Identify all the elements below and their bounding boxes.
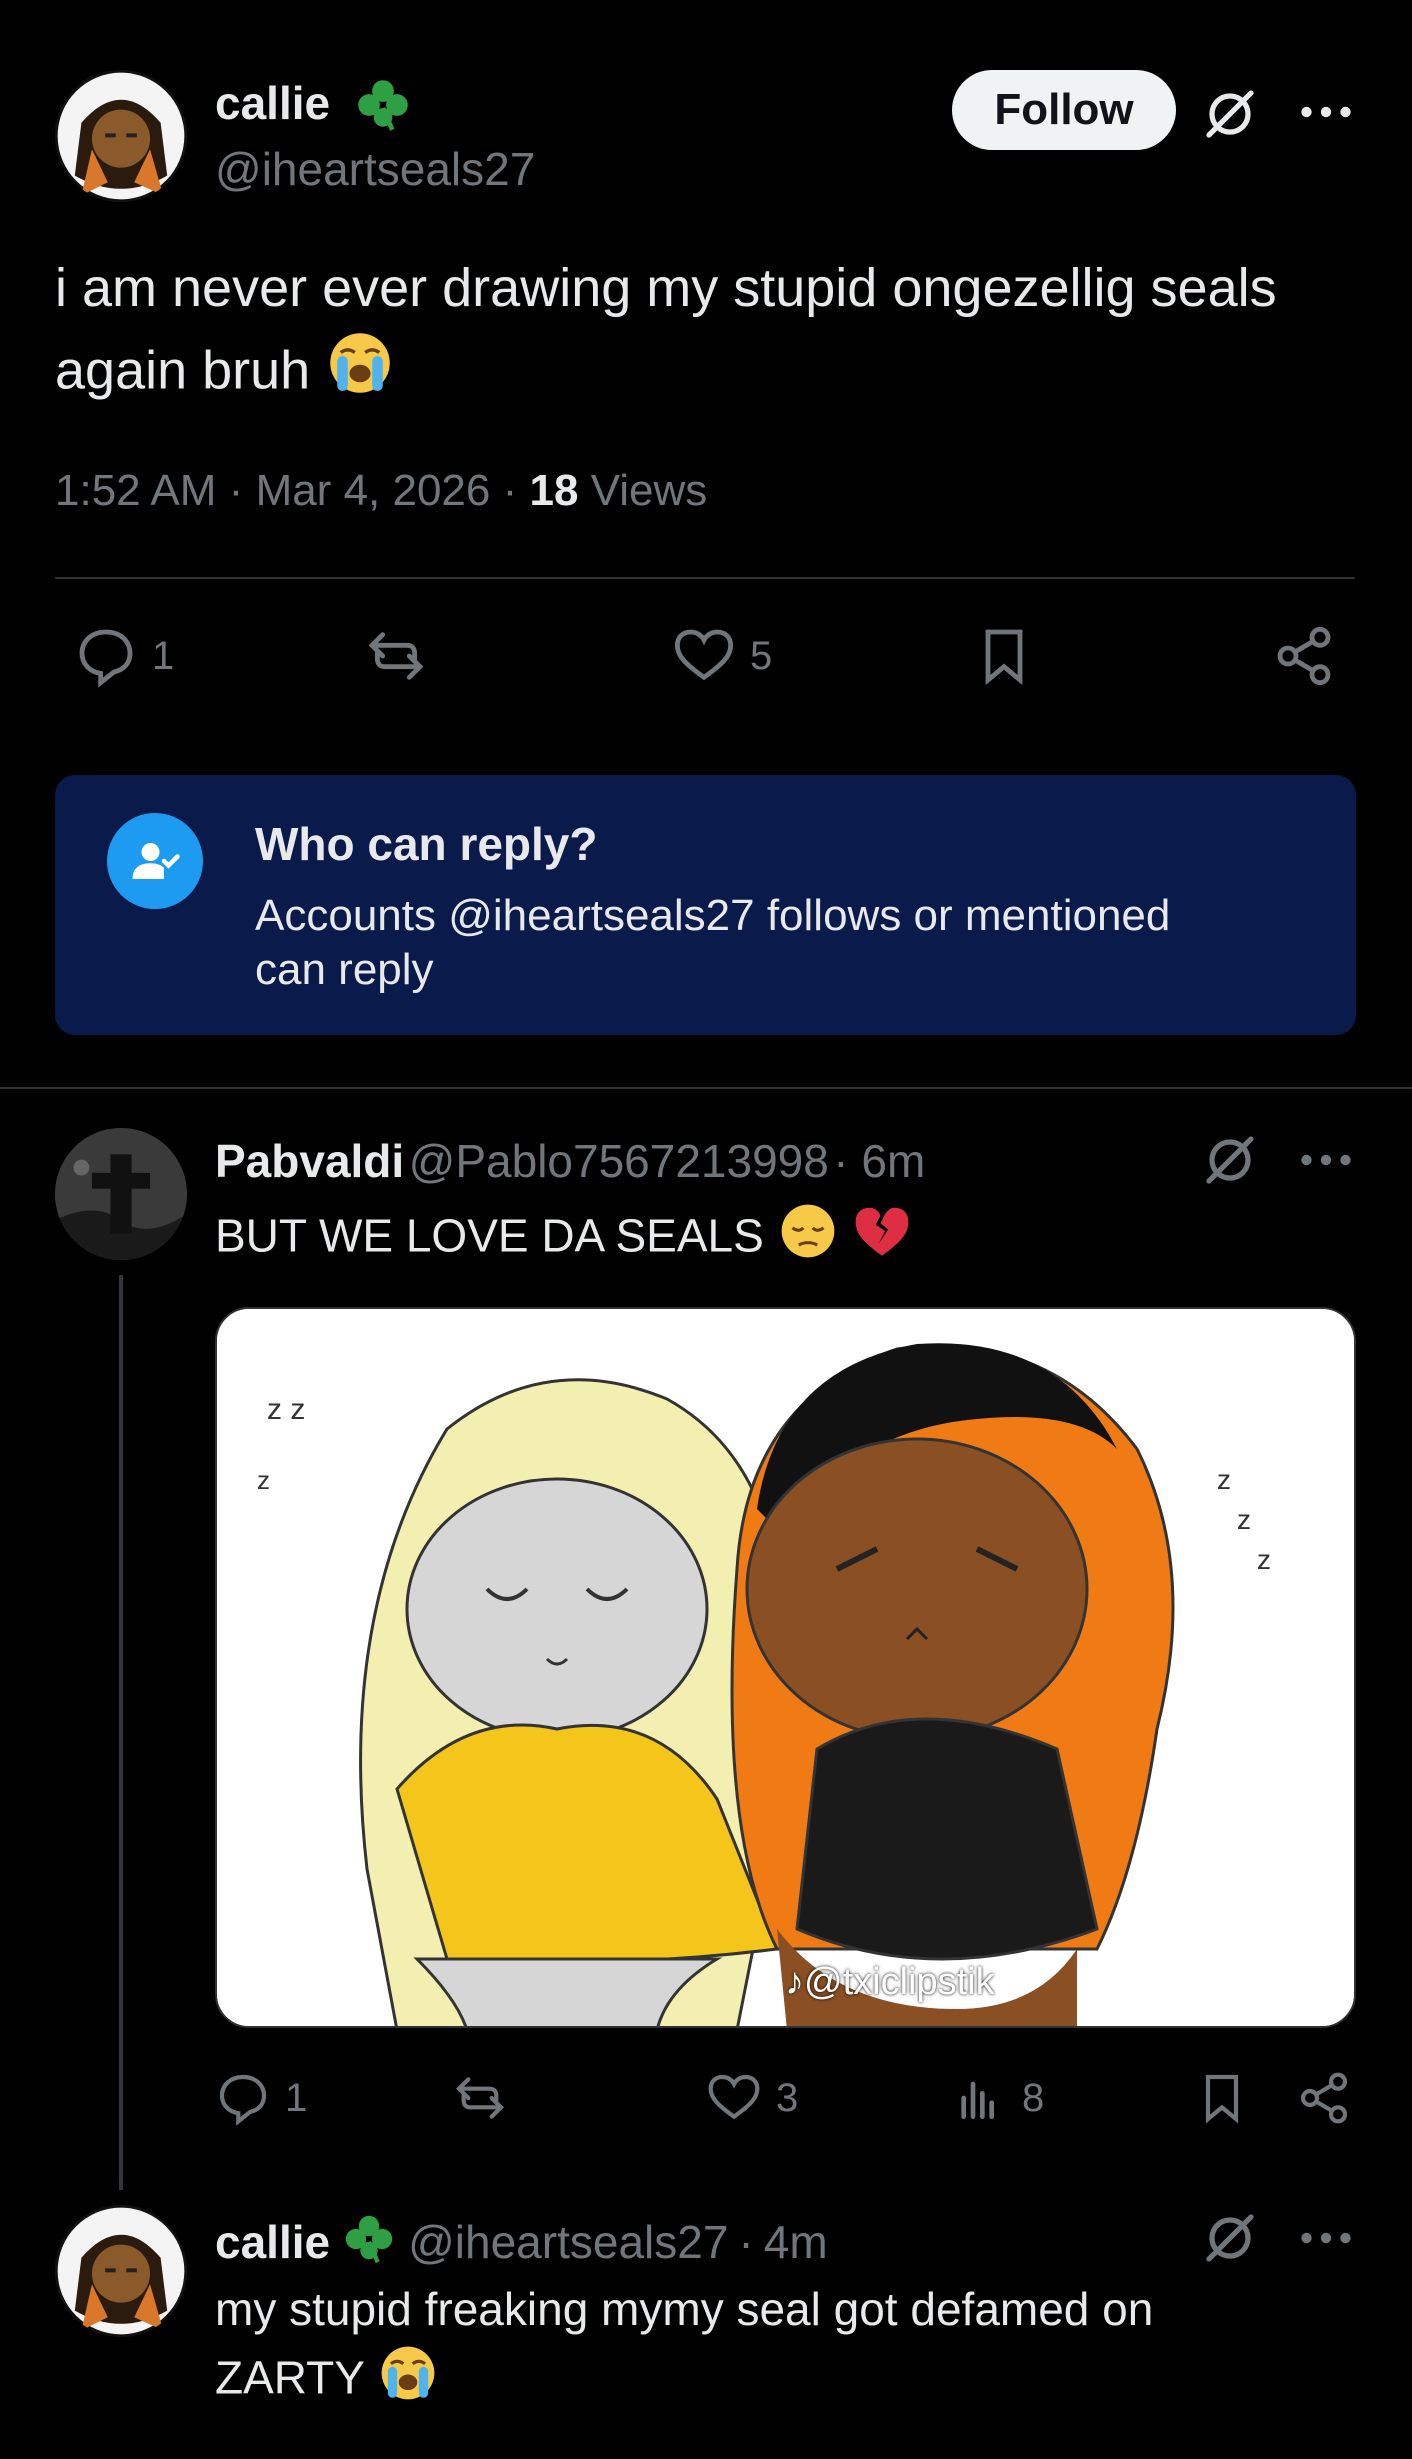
clover-icon: [352, 74, 414, 136]
reply-icon: [79, 629, 133, 688]
views-count: 18: [529, 466, 579, 515]
reply-author-name[interactable]: Pabvaldi: [215, 1135, 404, 1187]
more-options-icon[interactable]: [1296, 92, 1356, 132]
reply-button[interactable]: 1: [215, 2070, 307, 2126]
views-button[interactable]: 8: [952, 2070, 1044, 2126]
reply-button[interactable]: 1: [74, 624, 174, 688]
tweet-meta: 1:52 AM · Mar 4, 2026 · 18 Views: [55, 466, 707, 516]
heart-icon: [674, 629, 734, 681]
reply-text-line2: ZARTY: [215, 2351, 365, 2404]
meta-separator: ·: [833, 1135, 862, 1187]
divider: [55, 577, 1355, 579]
media-watermark: ♪@txiclipstik: [785, 1961, 995, 2004]
svg-text:z z: z z: [267, 1393, 305, 1426]
share-button[interactable]: [1296, 2070, 1352, 2126]
svg-text:z: z: [1217, 1464, 1231, 1495]
grok-icon[interactable]: [1198, 1128, 1262, 1192]
reply-author-handle[interactable]: @Pablo7567213998: [409, 1135, 829, 1187]
tweet-time[interactable]: 1:52 AM: [55, 466, 216, 515]
tweet-date[interactable]: Mar 4, 2026: [256, 466, 491, 515]
meta-separator: ·: [502, 466, 530, 515]
meta-separator: ·: [738, 2215, 754, 2268]
like-count: 5: [750, 633, 773, 678]
media-watermark-text: @txiclipstik: [804, 1961, 995, 2003]
like-button[interactable]: 5: [672, 624, 772, 688]
share-button[interactable]: [1272, 624, 1336, 688]
reply-restriction-line1: Accounts @iheartseals27 follows or menti…: [255, 891, 1171, 940]
views-count: 8: [1022, 2075, 1045, 2120]
svg-text:z: z: [1257, 1544, 1271, 1575]
bookmark-icon: [1205, 2074, 1239, 2124]
user-check-icon: [107, 813, 203, 909]
svg-text:z: z: [257, 1465, 270, 1495]
bookmark-button[interactable]: [1194, 2070, 1250, 2126]
reply-restriction-description: Accounts @iheartseals27 follows or menti…: [255, 889, 1315, 997]
pensive-face-icon: [777, 1200, 839, 1279]
bookmark-icon: [985, 629, 1023, 686]
heart-icon: [708, 2074, 760, 2120]
repost-icon: [456, 2077, 504, 2119]
reply-text-body: BUT WE LOVE DA SEALS: [215, 1209, 764, 1262]
reply-author-name[interactable]: callie: [215, 2215, 330, 2269]
clover-icon: [340, 2210, 398, 2273]
reply-avatar[interactable]: [55, 2205, 187, 2337]
broken-heart-icon: [851, 1200, 913, 1279]
author-name[interactable]: callie: [215, 76, 330, 130]
bookmark-button[interactable]: [972, 624, 1036, 688]
author-avatar[interactable]: [55, 70, 187, 202]
tiktok-icon: ♪: [785, 1961, 804, 2003]
tweet-text-body: i am never ever drawing my stupid ongeze…: [55, 258, 1277, 401]
reply-media-image[interactable]: z z z z z z ♪@txiclipstik: [215, 1307, 1356, 2028]
author-handle[interactable]: @iheartseals27: [215, 142, 535, 196]
reply-author-handle[interactable]: @iheartseals27: [408, 2215, 728, 2269]
thread-line: [119, 1275, 123, 2190]
more-options-icon[interactable]: [1296, 1140, 1356, 1180]
reply-restriction-banner: Who can reply? Accounts @iheartseals27 f…: [55, 775, 1356, 1035]
reply-restriction-title: Who can reply?: [255, 818, 598, 870]
reply-text: BUT WE LOVE DA SEALS: [215, 1200, 913, 1279]
repost-button[interactable]: [452, 2070, 508, 2126]
share-icon: [1300, 2072, 1348, 2124]
grok-icon[interactable]: [1198, 82, 1262, 146]
like-count: 3: [776, 2075, 799, 2120]
section-divider: [0, 1087, 1412, 1089]
svg-text:z: z: [1237, 1504, 1251, 1535]
views-icon: [961, 2081, 994, 2119]
reply-header: Pabvaldi @Pablo7567213998 · 6m: [215, 1134, 925, 1188]
reply-avatar[interactable]: [55, 1128, 187, 1260]
reply-restriction-line2: can reply: [255, 945, 434, 994]
reply-count: 1: [285, 2075, 308, 2120]
reply-header: callie @iheartseals27 · 4m: [215, 2210, 828, 2273]
reply-text: my stupid freaking mymy seal got defamed…: [215, 2276, 1355, 2421]
meta-separator: ·: [228, 466, 256, 515]
views-label: Views: [590, 466, 708, 515]
repost-icon: [368, 632, 424, 680]
reply-count: 1: [152, 633, 175, 678]
loudly-crying-face-icon: [325, 328, 395, 420]
share-icon: [1277, 626, 1331, 686]
like-button[interactable]: 3: [706, 2070, 798, 2126]
reply-text-line1: my stupid freaking mymy seal got defamed…: [215, 2283, 1154, 2335]
grok-icon[interactable]: [1198, 2206, 1262, 2270]
reply-icon: [219, 2074, 267, 2126]
reply-time[interactable]: 6m: [861, 1135, 925, 1187]
repost-button[interactable]: [364, 624, 428, 688]
loudly-crying-face-icon: [377, 2342, 439, 2421]
follow-button[interactable]: Follow: [952, 70, 1176, 150]
more-options-icon[interactable]: [1296, 2218, 1356, 2258]
reply-time[interactable]: 4m: [764, 2215, 828, 2269]
tweet-text: i am never ever drawing my stupid ongeze…: [55, 248, 1375, 420]
